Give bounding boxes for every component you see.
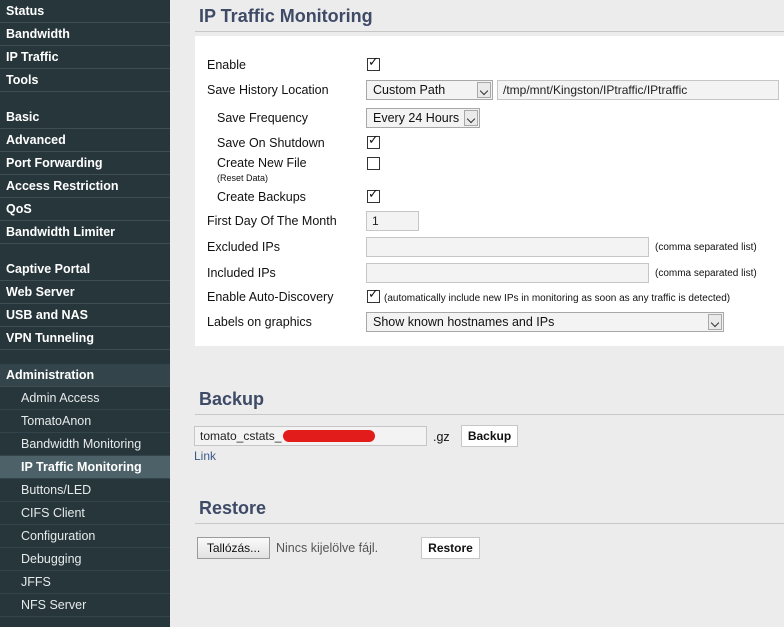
save-on-shutdown-label: Save On Shutdown (217, 136, 325, 150)
backup-extension: .gz (433, 430, 450, 444)
nav-advanced[interactable]: Advanced (0, 129, 170, 152)
enable-label: Enable (207, 58, 246, 72)
included-ips-hint: (comma separated list) (655, 268, 757, 279)
excluded-ips-label: Excluded IPs (207, 240, 280, 254)
nav-nfs-server[interactable]: NFS Server (0, 594, 170, 617)
nav-tomatoanon[interactable]: TomatoAnon (0, 410, 170, 433)
nav-debugging[interactable]: Debugging (0, 548, 170, 571)
settings-panel: Enable Save History Location Custom Path… (195, 36, 784, 346)
nav-ip-traffic-monitoring[interactable]: IP Traffic Monitoring (0, 456, 170, 479)
restore-title: Restore (199, 498, 267, 518)
backup-title: Backup (199, 389, 265, 409)
backup-button[interactable]: Backup (461, 425, 518, 447)
labels-graphics-value: Show known hostnames and IPs (373, 315, 555, 329)
history-path-input[interactable]: /tmp/mnt/Kingston/IPtraffic/IPtraffic (497, 80, 779, 100)
auto-discovery-label: Enable Auto-Discovery (207, 290, 334, 304)
sidebar: Status Bandwidth IP Traffic Tools Basic … (0, 0, 170, 627)
save-on-shutdown-checkbox[interactable] (367, 133, 380, 149)
no-file-selected-label: Nincs kijelölve fájl. (276, 541, 379, 555)
nav-access-restriction[interactable]: Access Restriction (0, 175, 170, 198)
nav-captive-portal[interactable]: Captive Portal (0, 258, 170, 281)
nav-qos[interactable]: QoS (0, 198, 170, 221)
nav-tools[interactable]: Tools (0, 69, 170, 92)
create-new-file-checkbox[interactable] (367, 157, 380, 170)
nav-administration[interactable]: Administration (0, 364, 170, 387)
nav-web-server[interactable]: Web Server (0, 281, 170, 304)
chevron-down-icon (477, 82, 491, 98)
enable-checkbox[interactable] (367, 55, 380, 71)
nav-status[interactable]: Status (0, 0, 170, 23)
first-day-label: First Day Of The Month (207, 214, 337, 228)
title-divider (195, 31, 784, 32)
labels-graphics-select[interactable]: Show known hostnames and IPs (366, 312, 724, 332)
chevron-down-icon (708, 314, 722, 330)
history-location-label: Save History Location (207, 83, 329, 97)
nav-bandwidth-limiter[interactable]: Bandwidth Limiter (0, 221, 170, 244)
redaction-mark (283, 430, 375, 442)
chevron-down-icon (464, 110, 478, 126)
nav-jffs[interactable]: JFFS (0, 571, 170, 594)
labels-graphics-label: Labels on graphics (207, 315, 312, 329)
history-location-value: Custom Path (373, 83, 446, 97)
save-frequency-label: Save Frequency (217, 111, 309, 125)
save-frequency-select[interactable]: Every 24 Hours (366, 108, 480, 128)
auto-discovery-hint: (automatically include new IPs in monito… (384, 293, 731, 304)
nav-vpn-tunneling[interactable]: VPN Tunneling (0, 327, 170, 350)
nav-buttons-led[interactable]: Buttons/LED (0, 479, 170, 502)
save-frequency-value: Every 24 Hours (373, 111, 460, 125)
auto-discovery-checkbox[interactable] (367, 287, 380, 303)
included-ips-label: Included IPs (207, 266, 276, 280)
nav-ip-traffic[interactable]: IP Traffic (0, 46, 170, 69)
page-title: IP Traffic Monitoring (199, 6, 373, 26)
included-ips-input[interactable] (366, 263, 649, 283)
nav-configuration[interactable]: Configuration (0, 525, 170, 548)
create-new-file-label: Create New File (217, 156, 307, 170)
create-backups-checkbox[interactable] (367, 187, 380, 203)
restore-button[interactable]: Restore (421, 537, 480, 559)
nav-admin-access[interactable]: Admin Access (0, 387, 170, 410)
reset-data-note: (Reset Data) (217, 173, 269, 183)
excluded-ips-hint: (comma separated list) (655, 242, 757, 253)
nav-bandwidth[interactable]: Bandwidth (0, 23, 170, 46)
browse-button[interactable]: Tallózás... (197, 537, 270, 559)
backup-divider (195, 414, 784, 415)
restore-divider (195, 523, 784, 524)
excluded-ips-input[interactable] (366, 237, 649, 257)
create-backups-label: Create Backups (217, 190, 306, 204)
nav-bandwidth-monitoring[interactable]: Bandwidth Monitoring (0, 433, 170, 456)
nav-basic[interactable]: Basic (0, 106, 170, 129)
history-location-select[interactable]: Custom Path (366, 80, 493, 100)
first-day-input[interactable]: 1 (366, 211, 419, 231)
nav-cifs-client[interactable]: CIFS Client (0, 502, 170, 525)
main-content: IP Traffic Monitoring Enable Save Histor… (170, 0, 784, 627)
nav-port-forwarding[interactable]: Port Forwarding (0, 152, 170, 175)
nav-usb-and-nas[interactable]: USB and NAS (0, 304, 170, 327)
backup-link[interactable]: Link (194, 449, 216, 463)
